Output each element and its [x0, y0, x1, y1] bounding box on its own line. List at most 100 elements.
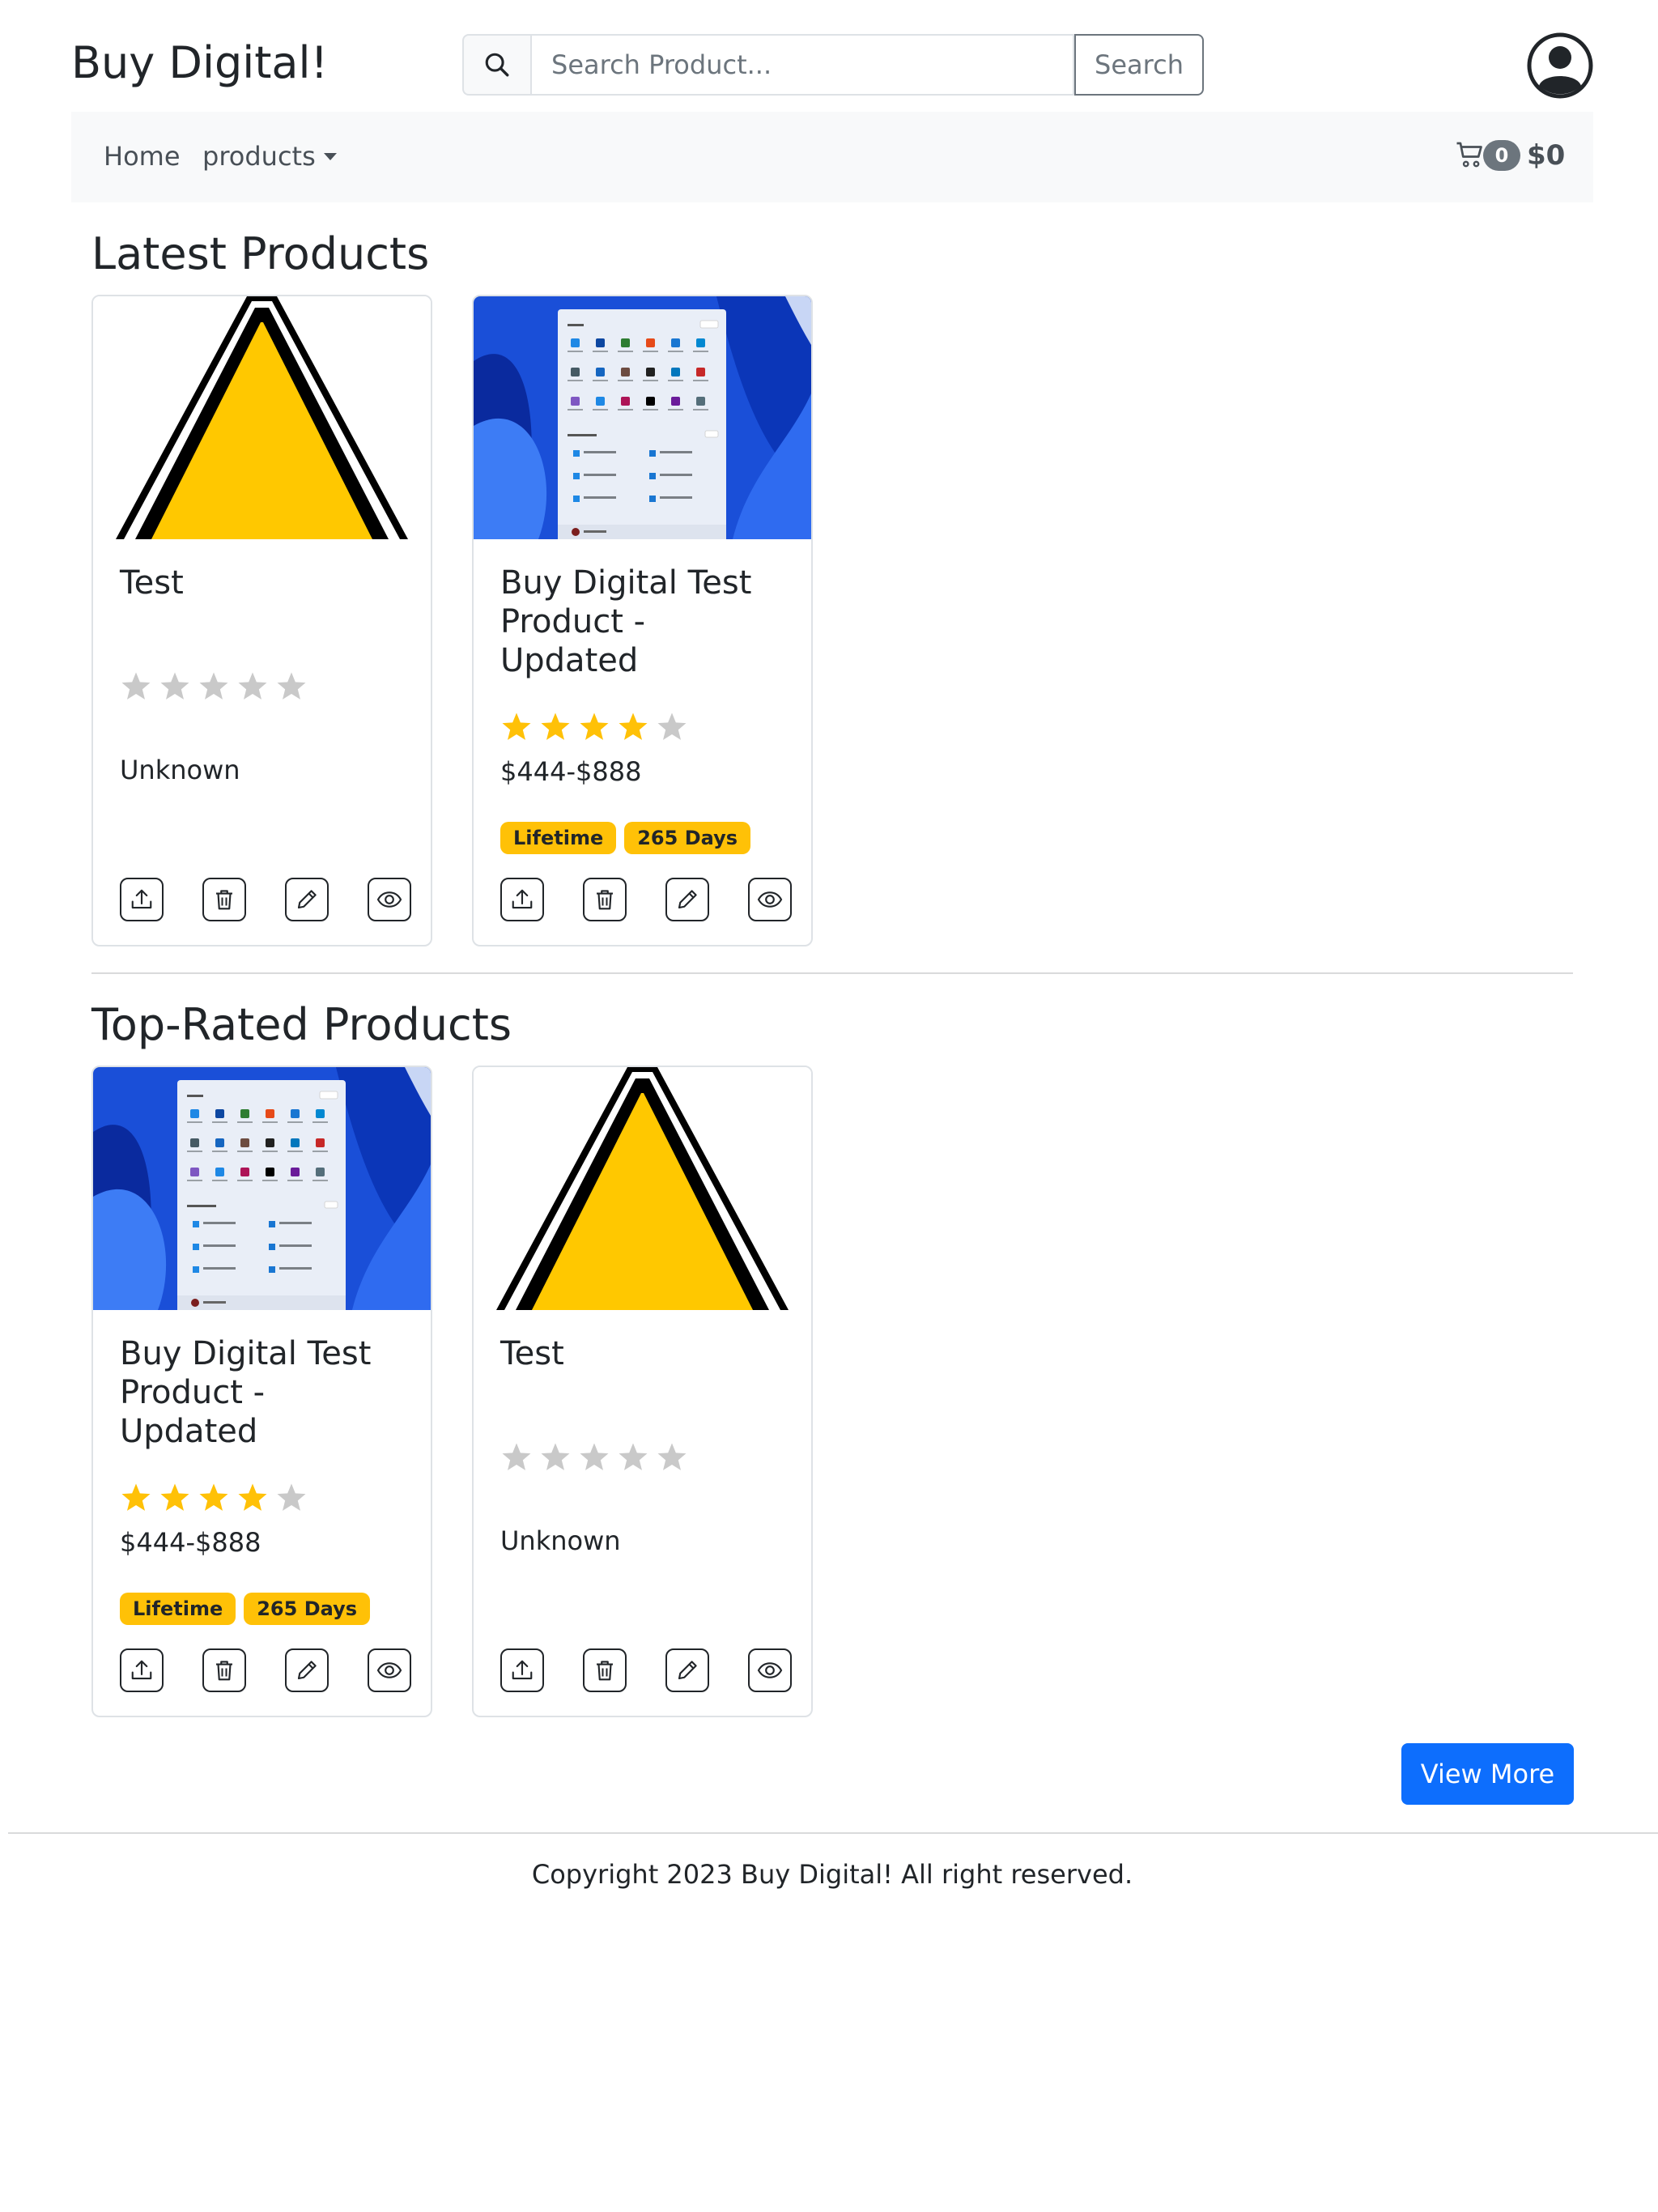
rating-stars: [500, 711, 688, 743]
upload-icon: [130, 887, 154, 912]
trash-button[interactable]: [583, 1648, 627, 1692]
upload-icon: [510, 1658, 534, 1682]
trash-button[interactable]: [202, 1648, 246, 1692]
navbar: Home products 0 $0: [71, 112, 1593, 202]
star-empty-icon: [121, 672, 151, 700]
star-filled-icon: [580, 713, 609, 740]
view-more-button[interactable]: View More: [1401, 1743, 1574, 1805]
star-empty-icon: [541, 1443, 570, 1470]
eye-icon: [376, 1657, 402, 1683]
upload-button[interactable]: [120, 1648, 164, 1692]
rating-stars: [120, 1482, 308, 1514]
product-image-start-menu: [93, 1067, 431, 1310]
search-input[interactable]: [530, 34, 1074, 96]
trash-button[interactable]: [583, 878, 627, 921]
badge-group: Lifetime 265 Days: [120, 1593, 370, 1625]
product-image-start-menu: [474, 296, 811, 539]
star-filled-icon: [199, 1483, 228, 1511]
star-filled-icon: [160, 1483, 189, 1511]
card-actions: [120, 1648, 411, 1692]
trash-icon: [593, 1658, 617, 1682]
search-bar: Search: [462, 34, 1204, 96]
upload-button[interactable]: [500, 878, 544, 921]
product-title[interactable]: Buy Digital Test Product - Updated: [500, 564, 792, 680]
product-card[interactable]: Buy Digital Test Product - Updated $444-$…: [472, 295, 813, 946]
brand-title[interactable]: Buy Digital!: [71, 37, 328, 88]
trash-icon: [593, 887, 617, 912]
eye-button[interactable]: [748, 878, 792, 921]
star-empty-icon: [619, 1443, 648, 1470]
upload-button[interactable]: [120, 878, 164, 921]
search-button[interactable]: Search: [1074, 34, 1204, 96]
star-filled-icon: [541, 713, 570, 740]
star-empty-icon: [277, 1483, 306, 1511]
star-empty-icon: [160, 672, 189, 700]
star-filled-icon: [121, 1483, 151, 1511]
star-empty-icon: [199, 672, 228, 700]
product-price: $444-$888: [500, 756, 642, 787]
caret-down-icon: [323, 152, 337, 160]
product-price: Unknown: [500, 1525, 621, 1556]
section-divider: [91, 972, 1573, 974]
user-avatar-icon[interactable]: [1527, 32, 1593, 99]
card-actions: [500, 878, 792, 921]
search-icon: [462, 34, 530, 96]
duration-badge: Lifetime: [120, 1593, 236, 1625]
duration-badge: 265 Days: [624, 822, 750, 854]
product-price: Unknown: [120, 755, 240, 785]
star-empty-icon: [580, 1443, 609, 1470]
nav-home-link[interactable]: Home: [104, 141, 181, 172]
cart-count-badge: 0: [1483, 140, 1520, 171]
nav-products-label: products: [202, 141, 316, 172]
star-empty-icon: [277, 672, 306, 700]
product-card[interactable]: Test Unknown: [91, 295, 432, 946]
product-title[interactable]: Buy Digital Test Product - Updated: [120, 1334, 411, 1451]
product-title[interactable]: Test: [120, 564, 411, 602]
footer-divider: [8, 1832, 1658, 1834]
pencil-icon: [295, 1658, 319, 1682]
star-empty-icon: [502, 1443, 531, 1470]
star-empty-icon: [238, 672, 267, 700]
product-image-warning-triangle: [93, 296, 431, 539]
rating-stars: [120, 670, 308, 703]
cart-total: $0: [1527, 139, 1566, 172]
rating-stars: [500, 1441, 688, 1474]
duration-badge: 265 Days: [244, 1593, 370, 1625]
nav-products-dropdown[interactable]: products: [202, 141, 337, 172]
product-title[interactable]: Test: [500, 1334, 792, 1373]
cart-button[interactable]: 0 $0: [1456, 139, 1565, 172]
footer-copyright: Copyright 2023 Buy Digital! All right re…: [531, 1859, 1133, 1890]
star-filled-icon: [502, 713, 531, 740]
eye-button[interactable]: [748, 1648, 792, 1692]
trash-icon: [212, 1658, 236, 1682]
duration-badge: Lifetime: [500, 822, 617, 854]
trash-icon: [212, 887, 236, 912]
upload-icon: [510, 887, 534, 912]
pencil-icon: [675, 1658, 699, 1682]
pencil-button[interactable]: [285, 1648, 329, 1692]
star-empty-icon: [657, 713, 687, 740]
card-actions: [120, 878, 411, 921]
section-title-latest: Latest Products: [91, 228, 430, 279]
upload-icon: [130, 1658, 154, 1682]
pencil-icon: [675, 887, 699, 912]
cart-icon: [1456, 142, 1482, 168]
eye-button[interactable]: [368, 878, 411, 921]
card-actions: [500, 1648, 792, 1692]
product-card[interactable]: Buy Digital Test Product - Updated $444-$…: [91, 1066, 432, 1717]
trash-button[interactable]: [202, 878, 246, 921]
star-filled-icon: [619, 713, 648, 740]
eye-icon: [757, 887, 783, 912]
upload-button[interactable]: [500, 1648, 544, 1692]
eye-button[interactable]: [368, 1648, 411, 1692]
badge-group: Lifetime 265 Days: [500, 822, 750, 854]
pencil-button[interactable]: [665, 878, 709, 921]
product-card[interactable]: Test Unknown: [472, 1066, 813, 1717]
pencil-button[interactable]: [285, 878, 329, 921]
pencil-button[interactable]: [665, 1648, 709, 1692]
star-empty-icon: [657, 1443, 687, 1470]
product-price: $444-$888: [120, 1527, 261, 1558]
eye-icon: [757, 1657, 783, 1683]
product-image-warning-triangle: [474, 1067, 811, 1310]
section-title-top-rated: Top-Rated Products: [91, 999, 512, 1050]
